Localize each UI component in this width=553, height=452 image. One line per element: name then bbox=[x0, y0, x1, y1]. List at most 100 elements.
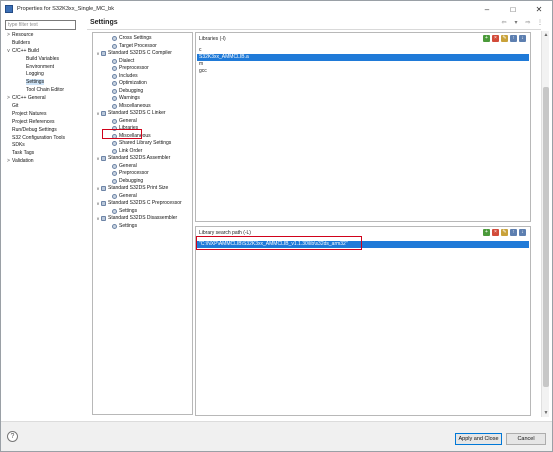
back-arrow-icon[interactable]: ⇦ bbox=[500, 19, 508, 26]
tool-tree-item-standard-s32ds-c-compiler[interactable]: v Standard S32DS C Compiler bbox=[93, 50, 192, 58]
tool-tree-item-standard-s32ds-disassembler[interactable]: v Standard S32DS Disassembler bbox=[93, 215, 192, 223]
tool-tree-item-settings[interactable]: Settings bbox=[93, 208, 192, 216]
nav-item-task-tags[interactable]: Task Tags bbox=[5, 150, 85, 158]
close-button[interactable]: ✕ bbox=[526, 1, 552, 17]
tool-tree-item-general[interactable]: General bbox=[93, 118, 192, 126]
library-path-highlight-box bbox=[196, 236, 362, 250]
tool-tree-item-cross-settings[interactable]: Cross Settings bbox=[93, 35, 192, 43]
libraries-list: c S32K3xx_AMMCLIB.a m gcc bbox=[197, 47, 529, 75]
settings-gear-icon bbox=[112, 73, 117, 79]
filter-input[interactable]: type filter text bbox=[5, 20, 76, 30]
nav-item-environment[interactable]: Environment bbox=[5, 64, 85, 72]
tool-tree-item-target-processor[interactable]: Target Processor bbox=[93, 43, 192, 51]
nav-item-git[interactable]: Git bbox=[5, 103, 85, 111]
edit-library-icon[interactable]: ✎ bbox=[501, 35, 508, 42]
maximize-button[interactable]: □ bbox=[500, 1, 526, 17]
tool-tree-item-general[interactable]: General bbox=[93, 163, 192, 171]
nav-item-validation[interactable]: > Validation bbox=[5, 158, 85, 166]
more-menu-icon[interactable]: ⋮ bbox=[536, 19, 544, 26]
nav-item-tool-chain-editor[interactable]: Tool Chain Editor bbox=[5, 87, 85, 95]
delete-library-icon[interactable]: × bbox=[492, 35, 499, 42]
tool-tree-item-label: Debugging bbox=[119, 87, 144, 94]
chevron-right-icon[interactable]: > bbox=[5, 95, 12, 103]
chevron-right-icon[interactable]: > bbox=[5, 32, 12, 40]
nav-item-c-c-general[interactable]: > C/C++ General bbox=[5, 95, 85, 103]
apply-and-close-button[interactable]: Apply and Close bbox=[455, 433, 502, 445]
nav-item-label: SDKs bbox=[12, 142, 25, 149]
nav-item-label: C/C++ General bbox=[12, 95, 46, 102]
library-list-item[interactable]: S32K3xx_AMMCLIB.a bbox=[197, 54, 529, 61]
chevron-right-icon[interactable]: > bbox=[5, 158, 12, 166]
settings-gear-icon bbox=[112, 171, 117, 177]
tool-tree-item-standard-s32ds-print-size[interactable]: v Standard S32DS Print Size bbox=[93, 185, 192, 193]
tool-tree-item-shared-library-settings[interactable]: Shared Library Settings bbox=[93, 140, 192, 148]
delete-path-icon[interactable]: × bbox=[492, 229, 499, 236]
settings-gear-icon bbox=[112, 81, 117, 87]
nav-item-logging[interactable]: Logging bbox=[5, 71, 85, 79]
move-up-library-icon[interactable]: ↑ bbox=[510, 35, 517, 42]
settings-gear-icon bbox=[112, 103, 117, 109]
tool-tree-item-standard-s32ds-c-preprocessor[interactable]: v Standard S32DS C Preprocessor bbox=[93, 200, 192, 208]
library-list-item[interactable]: m bbox=[197, 61, 529, 68]
scroll-up-icon[interactable]: ▲ bbox=[542, 31, 550, 39]
forward-arrow-icon[interactable]: ⇨ bbox=[524, 19, 532, 26]
nav-item-resource[interactable]: > Resource bbox=[5, 32, 85, 40]
library-list-item[interactable]: gcc bbox=[197, 68, 529, 75]
nav-item-project-natures[interactable]: Project Natures bbox=[5, 111, 85, 119]
move-down-library-icon[interactable]: ↓ bbox=[519, 35, 526, 42]
cancel-button[interactable]: Cancel bbox=[506, 433, 546, 445]
back-menu-icon[interactable]: ▾ bbox=[512, 19, 520, 26]
header-toolbar: ⇦ ▾ ⇨ ⋮ bbox=[500, 19, 544, 26]
tool-tree-item-preprocessor[interactable]: Preprocessor bbox=[93, 65, 192, 73]
nav-item-build-variables[interactable]: Build Variables bbox=[5, 56, 85, 64]
minimize-button[interactable]: – bbox=[474, 1, 500, 17]
nav-item-s32-configuration-tools[interactable]: S32 Configuration Tools bbox=[5, 135, 85, 143]
library-list-item[interactable]: c bbox=[197, 47, 529, 54]
settings-gear-icon bbox=[112, 178, 117, 184]
tool-tree-item-label: Target Processor bbox=[119, 42, 157, 49]
tool-tree-item-warnings[interactable]: Warnings bbox=[93, 95, 192, 103]
tool-tree-item-label: General bbox=[119, 117, 137, 124]
libraries-panel: Libraries (-l) + × ✎ ↑ ↓ c S32K3xx_AMMCLI… bbox=[195, 32, 531, 222]
tool-tree-item-standard-s32ds-c-linker[interactable]: v Standard S32DS C Linker bbox=[93, 110, 192, 118]
tool-tree-item-label: Standard S32DS C Preprocessor bbox=[108, 200, 182, 206]
settings-gear-icon bbox=[112, 223, 117, 229]
settings-gear-icon bbox=[112, 88, 117, 94]
nav-item-sdks[interactable]: SDKs bbox=[5, 142, 85, 150]
vertical-scrollbar[interactable]: ▲ ▼ bbox=[541, 31, 549, 417]
nav-item-label: C/C++ Build bbox=[12, 47, 39, 54]
tool-tree-item-optimization[interactable]: Optimization bbox=[93, 80, 192, 88]
settings-gear-icon bbox=[112, 43, 117, 49]
tool-tree-item-debugging[interactable]: Debugging bbox=[93, 178, 192, 186]
move-up-path-icon[interactable]: ↑ bbox=[510, 229, 517, 236]
nav-item-builders[interactable]: Builders bbox=[5, 40, 85, 48]
nav-item-label: Resource bbox=[12, 32, 34, 38]
tool-tree-item-settings[interactable]: Settings bbox=[93, 223, 192, 231]
tool-tree-item-label: Warnings bbox=[119, 95, 140, 101]
move-down-path-icon[interactable]: ↓ bbox=[519, 229, 526, 236]
tool-tree-item-dialect[interactable]: Dialect bbox=[93, 58, 192, 66]
tool-tree-item-general[interactable]: General bbox=[93, 193, 192, 201]
add-library-icon[interactable]: + bbox=[483, 35, 490, 42]
libraries-label: Libraries (-l) bbox=[199, 36, 226, 42]
header-divider bbox=[87, 29, 541, 30]
chevron-down-icon[interactable]: v bbox=[5, 48, 12, 56]
scroll-down-icon[interactable]: ▼ bbox=[542, 409, 550, 417]
help-icon[interactable]: ? bbox=[7, 431, 18, 442]
nav-item-project-references[interactable]: Project References bbox=[5, 119, 85, 127]
tool-tree-item-debugging[interactable]: Debugging bbox=[93, 88, 192, 96]
tool-tree-item-includes[interactable]: Includes bbox=[93, 73, 192, 81]
tool-tree-item-preprocessor[interactable]: Preprocessor bbox=[93, 170, 192, 178]
nav-item-settings[interactable]: Settings bbox=[5, 79, 85, 87]
library-path-toolbar: + × ✎ ↑ ↓ bbox=[483, 229, 526, 236]
tool-tree-item-miscellaneous[interactable]: Miscellaneous bbox=[93, 103, 192, 111]
add-path-icon[interactable]: + bbox=[483, 229, 490, 236]
scrollbar-thumb[interactable] bbox=[543, 87, 549, 387]
nav-item-c-c-build[interactable]: v C/C++ Build bbox=[5, 48, 85, 56]
nav-item-run-debug-settings[interactable]: Run/Debug Settings bbox=[5, 127, 85, 135]
tool-tree-item-link-order[interactable]: Link Order bbox=[93, 148, 192, 156]
edit-path-icon[interactable]: ✎ bbox=[501, 229, 508, 236]
page-title: Settings bbox=[90, 19, 118, 26]
tool-tree-item-standard-s32ds-assembler[interactable]: v Standard S32DS Assembler bbox=[93, 155, 192, 163]
nav-item-label: Project Natures bbox=[12, 110, 47, 117]
